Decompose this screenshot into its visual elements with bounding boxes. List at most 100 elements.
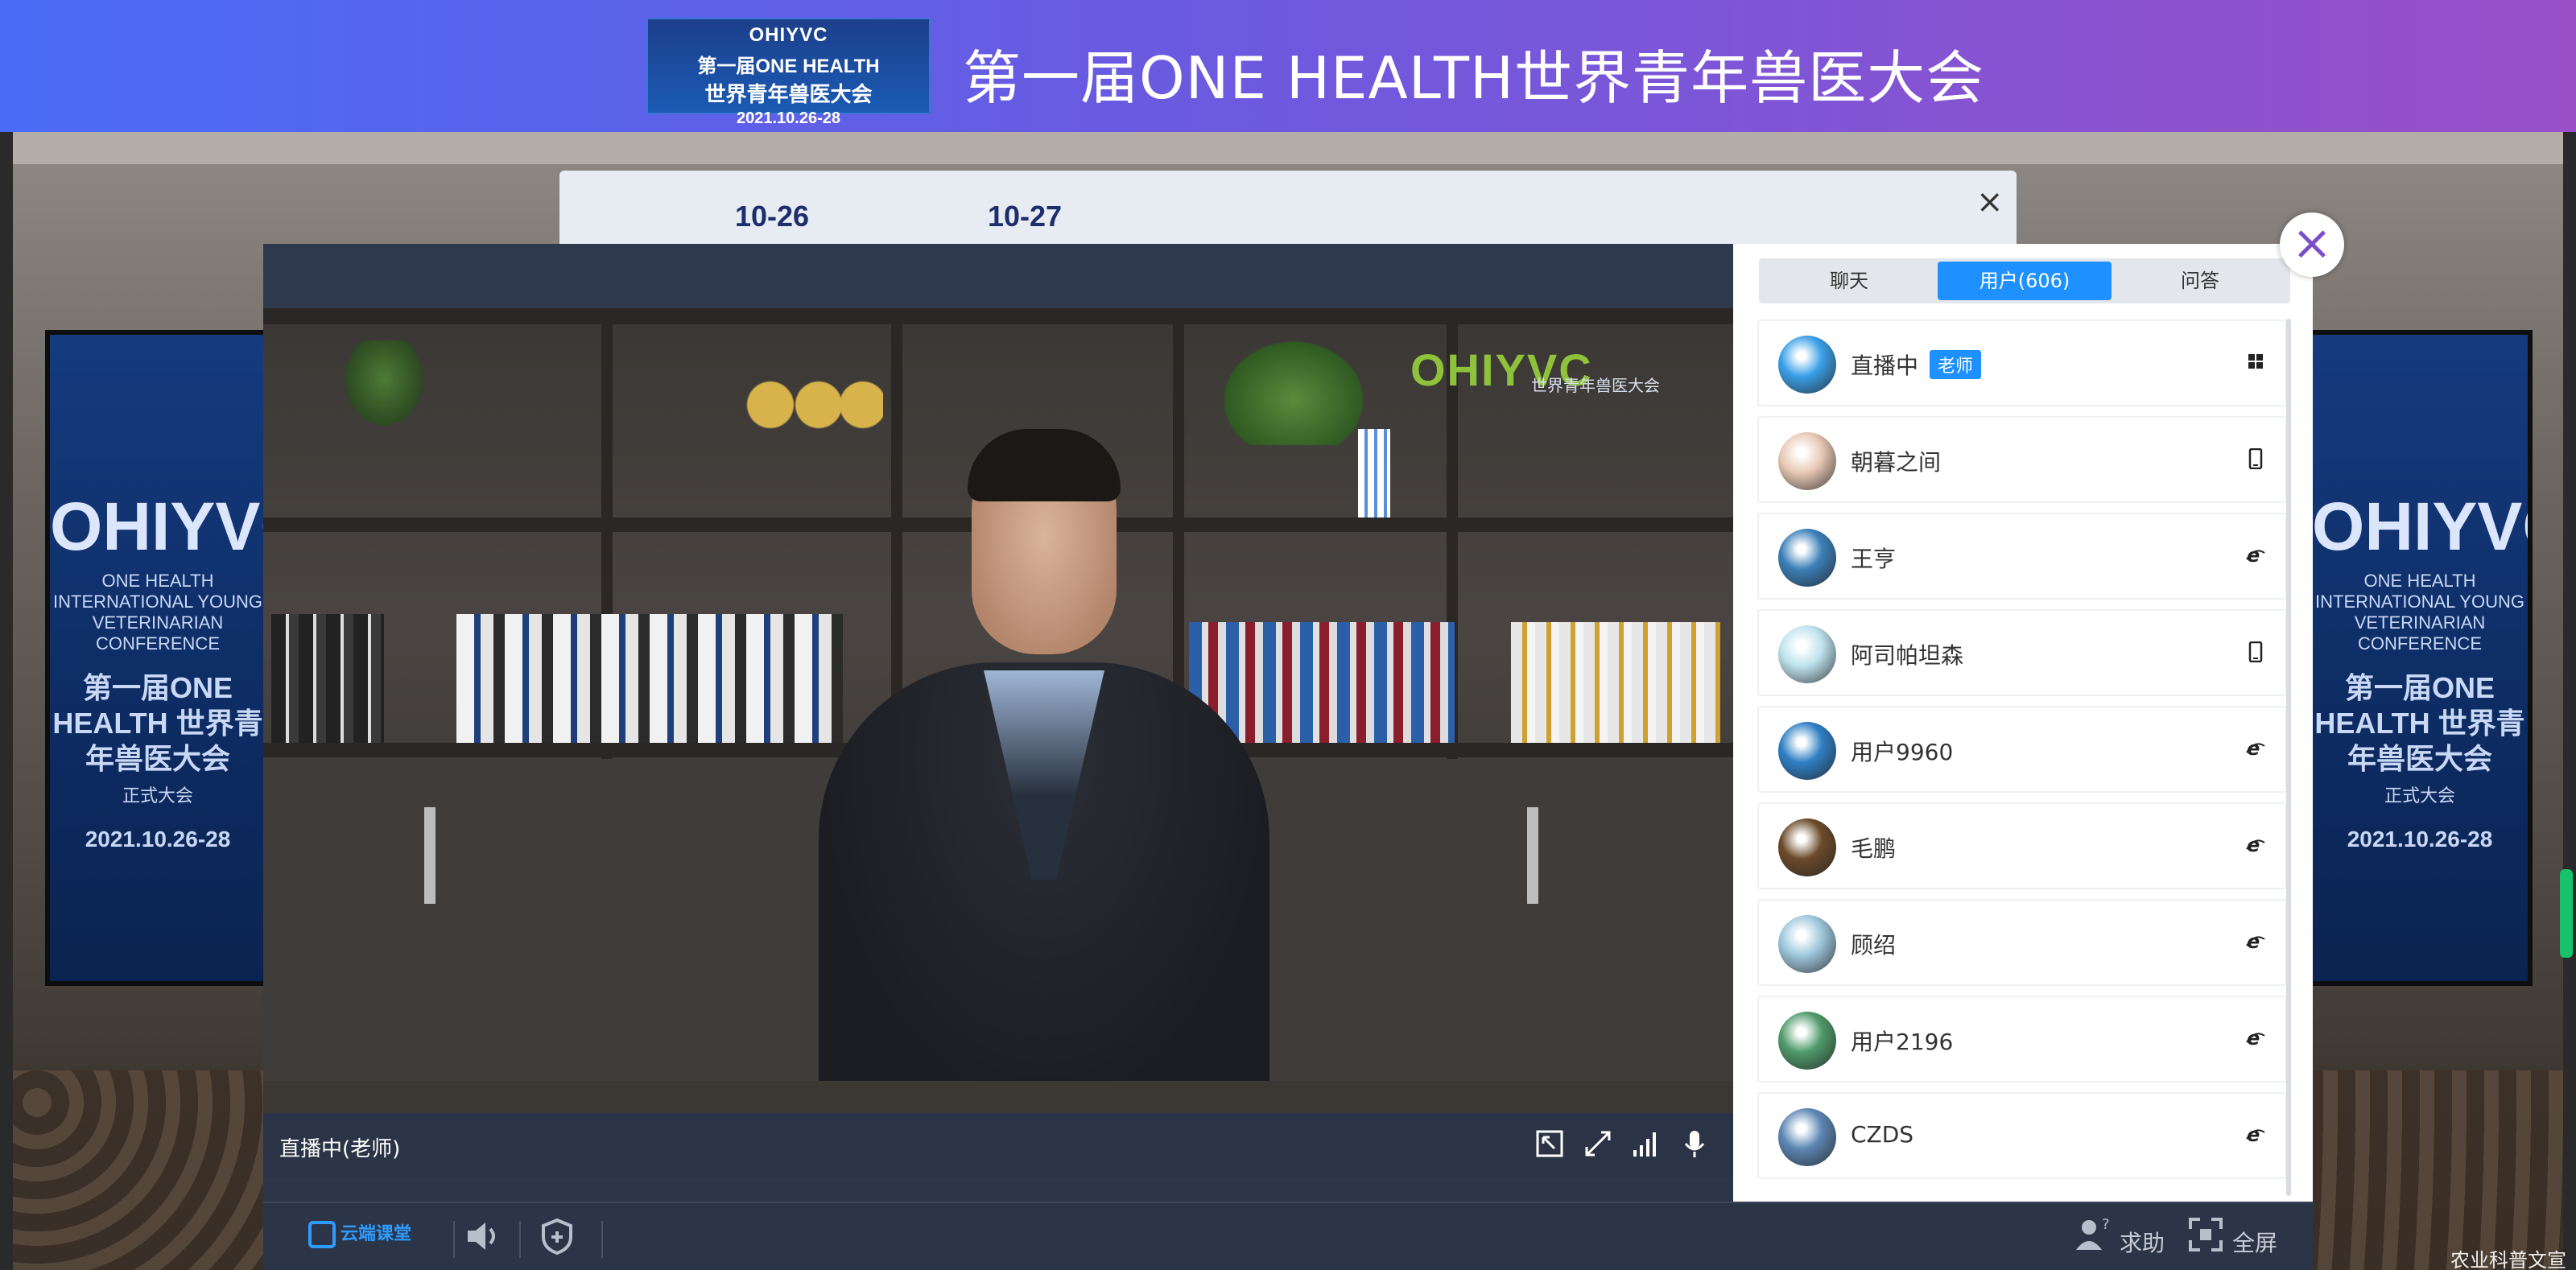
user-row[interactable]: 用户2196 e xyxy=(1757,996,2287,1082)
user-name: 王亨 xyxy=(1851,546,1897,572)
user-avatar xyxy=(1778,432,1836,490)
conference-logo: OHIYVC 第一届ONE HEALTH 世界青年兽医大会 2021.10.26… xyxy=(646,18,931,127)
user-name: 直播中 老师 xyxy=(1851,348,1982,381)
desk xyxy=(263,1081,1733,1113)
user-name: 顾绍 xyxy=(1851,932,1897,959)
volume-icon[interactable] xyxy=(452,1216,508,1264)
host-label: 直播中(老师) xyxy=(279,1137,401,1161)
screen-subtitle: ONE HEALTH INTERNATIONAL YOUNG VETERINAR… xyxy=(53,571,262,654)
ie-icon: e xyxy=(2244,544,2268,569)
screen-tag: 正式大会 xyxy=(2384,786,2455,806)
shield-icon[interactable] xyxy=(537,1216,577,1264)
logo-line: OHIYVC xyxy=(749,24,828,46)
user-row[interactable]: 王亨 e xyxy=(1757,513,2287,600)
user-avatar xyxy=(1778,915,1836,973)
user-avatar xyxy=(1778,336,1836,394)
schedule-close-icon[interactable]: × xyxy=(1976,183,2004,221)
user-name: 阿司帕坦森 xyxy=(1851,642,1964,669)
speaker-hair xyxy=(968,429,1121,501)
svg-text:?: ? xyxy=(2102,1216,2110,1233)
ie-icon: e xyxy=(2244,930,2268,955)
corner-watermark: 农业科普文宣 xyxy=(2450,1249,2566,1270)
screen-logo: OHIYVC xyxy=(2312,489,2528,564)
user-name: 毛鹏 xyxy=(1851,835,1897,862)
user-name: 朝暮之间 xyxy=(1851,449,1942,476)
screen-logo: OHIYVC xyxy=(50,489,266,564)
svg-text:e: e xyxy=(2247,931,2260,952)
hall-screen-left: OHIYVC ONE HEALTH INTERNATIONAL YOUNG VE… xyxy=(45,330,270,986)
user-avatar xyxy=(1778,529,1836,587)
mobile-icon xyxy=(2244,641,2268,666)
user-row[interactable]: 毛鹏 e xyxy=(1757,802,2287,889)
video-top-bar xyxy=(263,244,1733,308)
user-row[interactable]: 阿司帕坦森 xyxy=(1757,609,2287,696)
hall-screen-right: OHIYVC ONE HEALTH INTERNATIONAL YOUNG VE… xyxy=(2307,330,2533,986)
tab-qa[interactable]: 问答 xyxy=(2113,262,2287,300)
cloud-classroom-icon xyxy=(308,1221,336,1248)
header-bar: OHIYVC 第一届ONE HEALTH 世界青年兽医大会 2021.10.26… xyxy=(0,0,2576,132)
ie-icon: e xyxy=(2244,834,2268,859)
expand-icon[interactable] xyxy=(1580,1128,1616,1163)
screen-date: 2021.10.26-28 xyxy=(2347,827,2493,851)
user-row[interactable]: 直播中 老师 xyxy=(1757,320,2287,406)
user-name: CZDS xyxy=(1851,1121,1914,1148)
schedule-tab-day2[interactable]: 10-27 xyxy=(988,200,1062,233)
user-name: 用户9960 xyxy=(1851,739,1954,765)
popout-icon[interactable] xyxy=(1532,1128,1567,1163)
user-row[interactable]: CZDS e xyxy=(1757,1092,2287,1179)
microphone-icon[interactable] xyxy=(1677,1128,1712,1163)
screen-title: 第一届ONE HEALTH 世界青年兽医大会 xyxy=(2314,671,2525,775)
side-tabs: 聊天 用户(606) 问答 xyxy=(1759,258,2290,303)
page-title: 第一届ONE HEALTH世界青年兽医大会 xyxy=(963,44,1985,112)
user-avatar xyxy=(1778,625,1836,683)
user-list-scrollbar[interactable] xyxy=(2286,319,2291,1196)
logo-line: 世界青年兽医大会 xyxy=(704,82,873,106)
schedule-tab-day1[interactable]: 10-26 xyxy=(735,200,809,233)
hall-ceiling xyxy=(13,132,2563,164)
side-panel: 聊天 用户(606) 问答 直播中 老师 朝暮之间 王亨 e 阿司帕坦森 用户9960 e 毛鹏… xyxy=(1733,244,2313,1202)
user-avatar xyxy=(1778,722,1836,780)
schedule-panel: 10-26 10-27 × xyxy=(559,171,2017,251)
tab-users[interactable]: 用户(606) xyxy=(1938,262,2112,300)
tab-chat[interactable]: 聊天 xyxy=(1762,262,1936,300)
user-avatar xyxy=(1778,818,1836,876)
fullscreen-button[interactable]: 全屏 xyxy=(2232,1226,2277,1258)
user-name: 用户2196 xyxy=(1851,1029,1954,1055)
mobile-icon xyxy=(2244,447,2268,472)
screen-title: 第一届ONE HEALTH 世界青年兽医大会 xyxy=(52,671,263,775)
ie-icon: e xyxy=(2244,1124,2268,1148)
signal-icon[interactable] xyxy=(1629,1128,1664,1163)
user-row[interactable]: 用户9960 e xyxy=(1757,706,2287,793)
logo-line: 第一届ONE HEALTH xyxy=(697,56,880,77)
video-watermark: OHIYVC 世界青年兽医大会 xyxy=(1410,344,1660,396)
role-badge: 老师 xyxy=(1930,350,1982,379)
logo-line: 2021.10.26-28 xyxy=(736,109,840,127)
bottom-toolbar: 云端课堂 ? 求助 全屏 xyxy=(263,1202,2313,1270)
svg-text:e: e xyxy=(2247,738,2260,759)
user-row[interactable]: 朝暮之间 xyxy=(1757,416,2287,503)
svg-text:e: e xyxy=(2247,835,2260,856)
fullscreen-icon[interactable] xyxy=(2187,1216,2224,1260)
live-modal: OHIYVC 世界青年兽医大会 直播中(老师) 聊天 用户(606) 问答 直播… xyxy=(263,244,2313,1270)
help-button[interactable]: 求助 xyxy=(2120,1226,2165,1258)
screen-subtitle: ONE HEALTH INTERNATIONAL YOUNG VETERINAR… xyxy=(2315,571,2524,654)
user-row[interactable]: 顾绍 e xyxy=(1757,899,2287,986)
video-control-bar: 直播中(老师) xyxy=(263,1113,1733,1177)
windows-icon xyxy=(2244,352,2268,376)
screen-date: 2021.10.26-28 xyxy=(85,827,231,851)
user-list[interactable]: 直播中 老师 朝暮之间 王亨 e 阿司帕坦森 用户9960 e 毛鹏 e 顾绍 e 用户2196 e CZD… xyxy=(1757,318,2289,1202)
brand-label: 云端课堂 xyxy=(341,1224,412,1244)
svg-text:e: e xyxy=(2247,1124,2260,1145)
watermark-text: 世界青年兽医大会 xyxy=(1531,377,1660,395)
user-avatar xyxy=(1778,1012,1836,1070)
live-video[interactable]: OHIYVC 世界青年兽医大会 xyxy=(263,308,1733,1113)
help-user-icon[interactable]: ? xyxy=(2074,1216,2112,1260)
ie-icon: e xyxy=(2244,737,2268,762)
svg-text:e: e xyxy=(2247,545,2260,566)
close-modal-button[interactable]: × xyxy=(2280,212,2344,277)
svg-text:e: e xyxy=(2247,1028,2260,1049)
brand-logo: 云端课堂 xyxy=(308,1219,411,1248)
side-indicator xyxy=(2560,869,2573,958)
user-avatar xyxy=(1778,1108,1836,1166)
screen-tag: 正式大会 xyxy=(122,786,193,806)
